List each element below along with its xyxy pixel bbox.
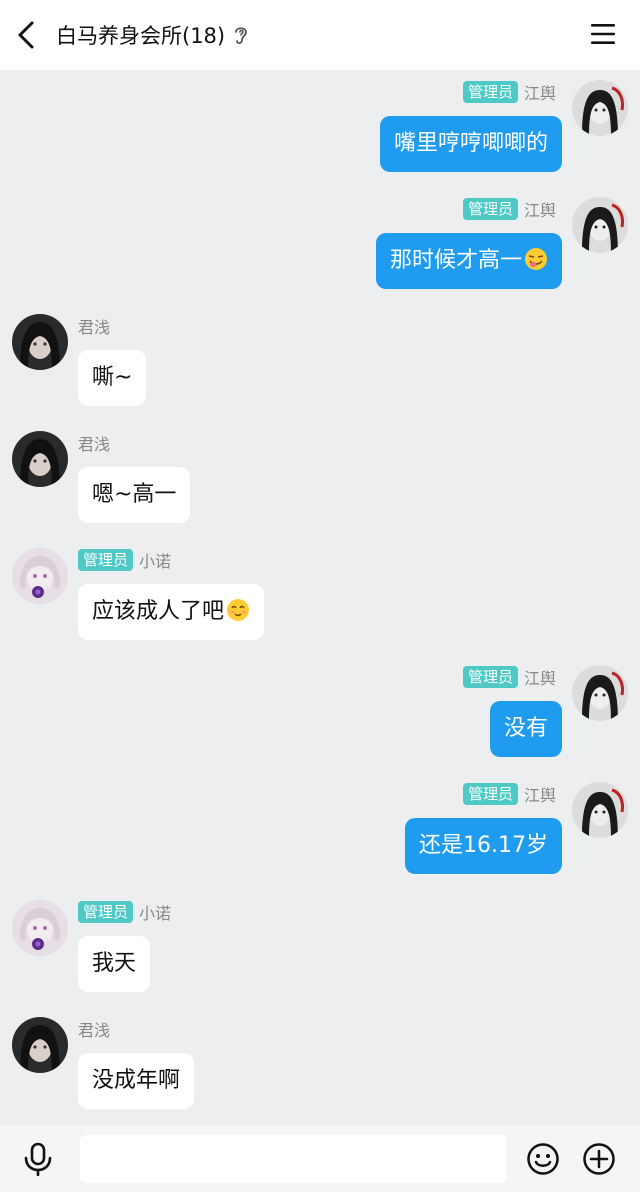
back-icon[interactable] xyxy=(14,19,42,51)
message-row: 管理员 江舆还是16.17岁 xyxy=(0,772,640,882)
sender-meta: 君浅 xyxy=(78,432,110,454)
message-text: 应该成人了吧 xyxy=(92,599,225,624)
message-bubble[interactable]: 没有 xyxy=(489,701,562,757)
message-bubble[interactable]: 我天 xyxy=(78,936,151,992)
message-text: 嘶~ xyxy=(92,365,133,390)
sender-meta: 管理员 江舆 xyxy=(462,782,556,806)
message-list[interactable]: 管理员 江舆 嘴里哼哼唧唧的 管理员 江舆 那时候才高一 君浅 嘶~ 君浅 嗯~高一 管理员 小诺 应该… xyxy=(0,70,640,1126)
tongue-face-emoji xyxy=(522,248,548,273)
avatar[interactable] xyxy=(12,900,68,956)
message-bubble[interactable]: 嗯~高一 xyxy=(78,467,191,523)
message-row: 君浅没成年啊 xyxy=(0,1007,640,1117)
microphone-icon[interactable] xyxy=(22,1142,54,1176)
sender-meta: 管理员 江舆 xyxy=(462,80,556,104)
avatar[interactable] xyxy=(12,314,68,370)
admin-badge: 管理员 xyxy=(78,549,134,571)
message-text: 没有 xyxy=(503,716,548,741)
message-text: 还是16.17岁 xyxy=(419,833,548,858)
admin-badge: 管理员 xyxy=(78,901,134,923)
message-row: 管理员 江舆那时候才高一 xyxy=(0,187,640,297)
message-bubble[interactable]: 应该成人了吧 xyxy=(78,584,265,640)
message-row: 管理员 江舆没有 xyxy=(0,655,640,765)
sender-meta: 君浅 xyxy=(78,1018,110,1040)
sender-name[interactable]: 小诺 xyxy=(139,900,171,924)
hamburger-menu-icon[interactable] xyxy=(590,22,616,46)
message-text: 嘴里哼哼唧唧的 xyxy=(393,131,548,156)
message-bubble[interactable]: 没成年啊 xyxy=(78,1053,195,1109)
message-bubble[interactable]: 嘴里哼哼唧唧的 xyxy=(379,116,562,172)
smiley-icon[interactable] xyxy=(526,1142,560,1176)
message-row: 管理员 江舆嘴里哼哼唧唧的 xyxy=(0,70,640,180)
message-text: 嗯~高一 xyxy=(92,482,177,507)
sender-name[interactable]: 君浅 xyxy=(78,314,110,338)
ear-icon xyxy=(235,27,248,45)
sender-name[interactable]: 君浅 xyxy=(78,1017,110,1041)
avatar[interactable] xyxy=(572,197,628,253)
message-row: 君浅嗯~高一 xyxy=(0,421,640,531)
sender-name[interactable]: 江舆 xyxy=(524,197,556,221)
sender-name[interactable]: 君浅 xyxy=(78,431,110,455)
message-input[interactable] xyxy=(80,1135,506,1183)
avatar[interactable] xyxy=(12,1017,68,1073)
input-bar xyxy=(0,1126,640,1192)
admin-badge: 管理员 xyxy=(462,783,518,805)
sender-meta: 管理员 小诺 xyxy=(78,901,171,923)
sender-name[interactable]: 江舆 xyxy=(524,782,556,806)
sender-name[interactable]: 江舆 xyxy=(524,80,556,104)
chat-title-wrap: 白马养身会所(18) xyxy=(56,20,249,50)
shy-smile-emoji xyxy=(224,599,250,624)
message-bubble[interactable]: 嘶~ xyxy=(78,350,147,406)
avatar[interactable] xyxy=(12,431,68,487)
sender-meta: 君浅 xyxy=(78,315,110,337)
avatar[interactable] xyxy=(572,80,628,136)
admin-badge: 管理员 xyxy=(462,198,518,220)
avatar[interactable] xyxy=(572,782,628,838)
avatar[interactable] xyxy=(572,665,628,721)
sender-meta: 管理员 江舆 xyxy=(462,197,556,221)
admin-badge: 管理员 xyxy=(462,666,518,688)
message-row: 管理员 小诺我天 xyxy=(0,890,640,1000)
message-text: 那时候才高一 xyxy=(389,248,522,273)
avatar[interactable] xyxy=(12,548,68,604)
sender-name[interactable]: 小诺 xyxy=(139,548,171,572)
message-text: 我天 xyxy=(92,951,137,976)
sender-meta: 管理员 小诺 xyxy=(78,549,171,571)
group-title: 白马养身会所(18) xyxy=(56,24,226,48)
message-text: 没成年啊 xyxy=(92,1068,181,1093)
admin-badge: 管理员 xyxy=(462,81,518,103)
message-bubble[interactable]: 那时候才高一 xyxy=(375,233,562,289)
chat-header: 白马养身会所(18) xyxy=(0,0,640,70)
sender-meta: 管理员 江舆 xyxy=(462,665,556,689)
message-row: 管理员 小诺应该成人了吧 xyxy=(0,538,640,648)
plus-circle-icon[interactable] xyxy=(582,1142,616,1176)
sender-name[interactable]: 江舆 xyxy=(524,665,556,689)
message-row: 君浅嘶~ xyxy=(0,304,640,414)
message-bubble[interactable]: 还是16.17岁 xyxy=(405,818,562,874)
